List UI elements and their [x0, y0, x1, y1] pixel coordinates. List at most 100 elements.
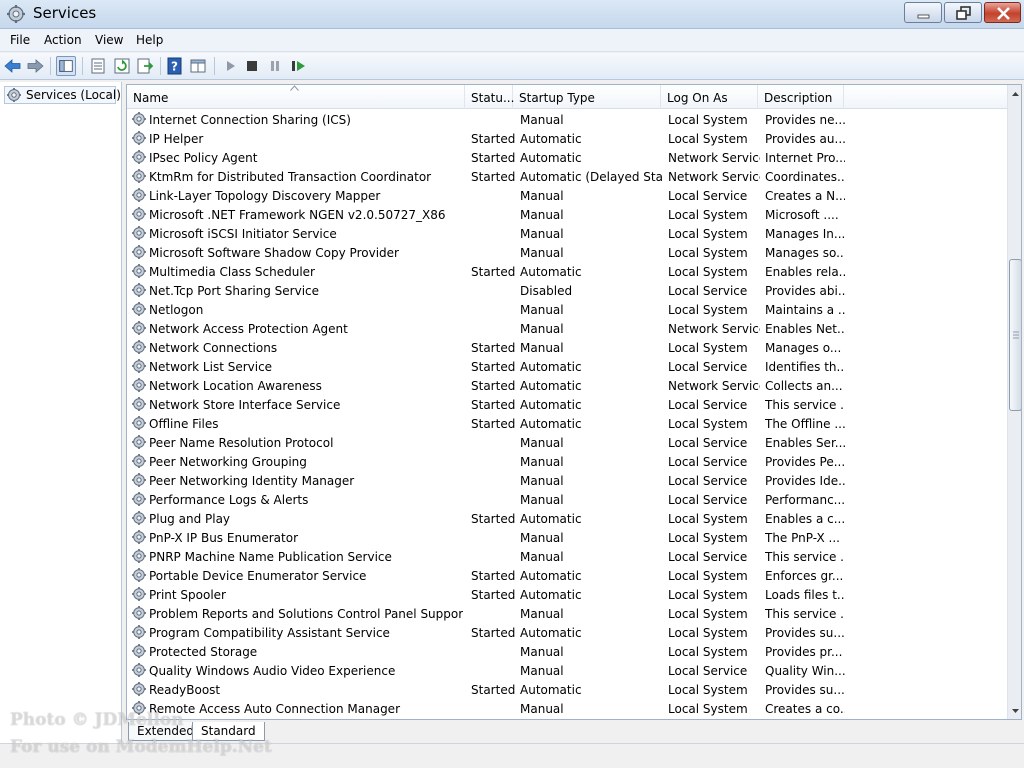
table-row[interactable]: Protected Storage Manual Local System Provi… — [127, 642, 1007, 661]
scroll-down-icon[interactable] — [1008, 703, 1022, 719]
service-name: Peer Name Resolution Protocol — [149, 436, 334, 450]
table-row[interactable]: Network List Service Started Automatic Loca… — [127, 357, 1007, 376]
column-header-startup-type[interactable]: Startup Type — [513, 85, 661, 109]
close-icon — [997, 7, 1010, 20]
table-row[interactable]: Remote Access Auto Connection Manager Man… — [127, 699, 1007, 718]
export-list-icon[interactable] — [135, 56, 155, 76]
table-row[interactable]: KtmRm for Distributed Transaction Coordi… — [127, 167, 1007, 186]
table-row[interactable]: Network Connections Started Manual Local Sy… — [127, 338, 1007, 357]
service-status: Started — [471, 626, 515, 640]
column-header-name[interactable]: Name — [127, 85, 465, 109]
service-gear-icon — [132, 435, 146, 449]
table-row[interactable]: Offline Files Started Automatic Local Syste… — [127, 414, 1007, 433]
service-log-on-as: Local System — [668, 132, 748, 146]
toolbar-separator — [160, 57, 161, 75]
table-row[interactable]: IPsec Policy Agent Started Automatic Networ… — [127, 148, 1007, 167]
service-status: Started — [471, 398, 515, 412]
table-row[interactable]: Peer Name Resolution Protocol Manual Local… — [127, 433, 1007, 452]
forward-arrow-icon[interactable] — [25, 56, 45, 76]
menu-view[interactable]: View — [95, 33, 123, 47]
help-icon[interactable]: ? — [165, 56, 185, 76]
service-description: Maintains a ... — [765, 303, 845, 317]
service-name: Microsoft .NET Framework NGEN v2.0.50727… — [149, 208, 446, 222]
restore-button[interactable] — [944, 2, 982, 23]
service-description: Collects an... — [765, 379, 843, 393]
service-log-on-as: Network Service — [668, 151, 760, 165]
table-row[interactable]: ReadyBoost Started Automatic Local System Pr… — [127, 680, 1007, 699]
table-row[interactable]: Internet Connection Sharing (ICS) Manual L… — [127, 110, 1007, 129]
back-arrow-icon[interactable] — [3, 56, 23, 76]
table-row[interactable]: Plug and Play Started Automatic Local Syste… — [127, 509, 1007, 528]
start-service-icon[interactable] — [220, 56, 240, 76]
service-startup-type: Manual — [520, 208, 564, 222]
table-row[interactable]: Microsoft Software Shadow Copy Provider M… — [127, 243, 1007, 262]
service-status: Started — [471, 170, 515, 184]
table-row[interactable]: Problem Reports and Solutions Control Pa… — [127, 604, 1007, 623]
service-gear-icon — [132, 625, 146, 639]
service-name: Problem Reports and Solutions Control Pa… — [149, 607, 463, 621]
close-button[interactable] — [984, 2, 1021, 23]
tree-item-services-local[interactable]: Services (Local) — [4, 86, 121, 104]
table-row[interactable]: Peer Networking Grouping Manual Local Serv… — [127, 452, 1007, 471]
table-row[interactable]: Multimedia Class Scheduler Started Automat… — [127, 262, 1007, 281]
service-status: Started — [471, 683, 515, 697]
minimize-button[interactable] — [904, 2, 942, 23]
vertical-scrollbar[interactable] — [1007, 85, 1022, 719]
service-description: Provides Ide... — [765, 474, 845, 488]
table-row[interactable]: Program Compatibility Assistant Service S… — [127, 623, 1007, 642]
stop-service-icon[interactable] — [242, 56, 262, 76]
console-tree-icon[interactable] — [56, 56, 76, 76]
refresh-icon[interactable] — [112, 56, 132, 76]
menu-action[interactable]: Action — [44, 33, 82, 47]
menu-file[interactable]: File — [10, 33, 30, 47]
sort-ascending-icon — [290, 85, 299, 91]
table-row[interactable]: Microsoft iSCSI Initiator Service Manual L… — [127, 224, 1007, 243]
table-row[interactable]: PnP-X IP Bus Enumerator Manual Local Syste… — [127, 528, 1007, 547]
table-row[interactable]: PNRP Machine Name Publication Service Man… — [127, 547, 1007, 566]
table-row[interactable]: Net.Tcp Port Sharing Service Disabled Loca… — [127, 281, 1007, 300]
service-startup-type: Manual — [520, 702, 564, 716]
table-row[interactable]: IP Helper Started Automatic Local System Pro… — [127, 129, 1007, 148]
column-header-description[interactable]: Description — [758, 85, 844, 109]
service-gear-icon — [132, 302, 146, 316]
console-tree-pane: Services (Local) — [0, 82, 122, 743]
service-status: Started — [471, 588, 515, 602]
service-name: Print Spooler — [149, 588, 226, 602]
service-name: PnP-X IP Bus Enumerator — [149, 531, 298, 545]
service-log-on-as: Network Service — [668, 322, 760, 336]
service-startup-type: Manual — [520, 113, 564, 127]
service-startup-type: Automatic — [520, 683, 582, 697]
table-row[interactable]: Portable Device Enumerator Service Starte… — [127, 566, 1007, 585]
table-row[interactable]: Network Location Awareness Started Automat… — [127, 376, 1007, 395]
table-row[interactable]: Performance Logs & Alerts Manual Local Ser… — [127, 490, 1007, 509]
service-description: This service ... — [765, 607, 845, 621]
service-description: Provides su... — [765, 683, 845, 697]
column-header-log-on-as[interactable]: Log On As — [661, 85, 758, 109]
service-name: PNRP Machine Name Publication Service — [149, 550, 392, 564]
table-row[interactable]: Link-Layer Topology Discovery Mapper Manu… — [127, 186, 1007, 205]
scroll-up-icon[interactable] — [1008, 86, 1022, 102]
table-row[interactable]: Network Store Interface Service Started Au… — [127, 395, 1007, 414]
service-startup-type: Automatic — [520, 265, 582, 279]
table-row[interactable]: Print Spooler Started Automatic Local Syste… — [127, 585, 1007, 604]
show-hide-pane-icon[interactable] — [188, 56, 208, 76]
service-startup-type: Manual — [520, 664, 564, 678]
column-header-status[interactable]: Statu... — [465, 85, 514, 109]
pause-service-icon[interactable] — [265, 56, 285, 76]
table-row[interactable]: Netlogon Manual Local System Maintains a ..… — [127, 300, 1007, 319]
table-row[interactable]: Peer Networking Identity Manager Manual Lo… — [127, 471, 1007, 490]
column-header-label: Name — [133, 91, 169, 105]
service-startup-type: Manual — [520, 493, 564, 507]
restart-service-icon[interactable] — [288, 56, 308, 76]
service-log-on-as: Local Service — [668, 664, 748, 678]
service-name: Microsoft Software Shadow Copy Provider — [149, 246, 399, 260]
table-row[interactable]: Network Access Protection Agent Manual Net… — [127, 319, 1007, 338]
scrollbar-thumb[interactable] — [1009, 259, 1021, 411]
table-row[interactable]: Quality Windows Audio Video Experience Ma… — [127, 661, 1007, 680]
service-gear-icon — [132, 112, 146, 126]
properties-icon[interactable] — [88, 56, 108, 76]
table-row[interactable]: Microsoft .NET Framework NGEN v2.0.50727… — [127, 205, 1007, 224]
service-name: Microsoft iSCSI Initiator Service — [149, 227, 337, 241]
menu-help[interactable]: Help — [136, 33, 163, 47]
service-startup-type: Manual — [520, 246, 564, 260]
